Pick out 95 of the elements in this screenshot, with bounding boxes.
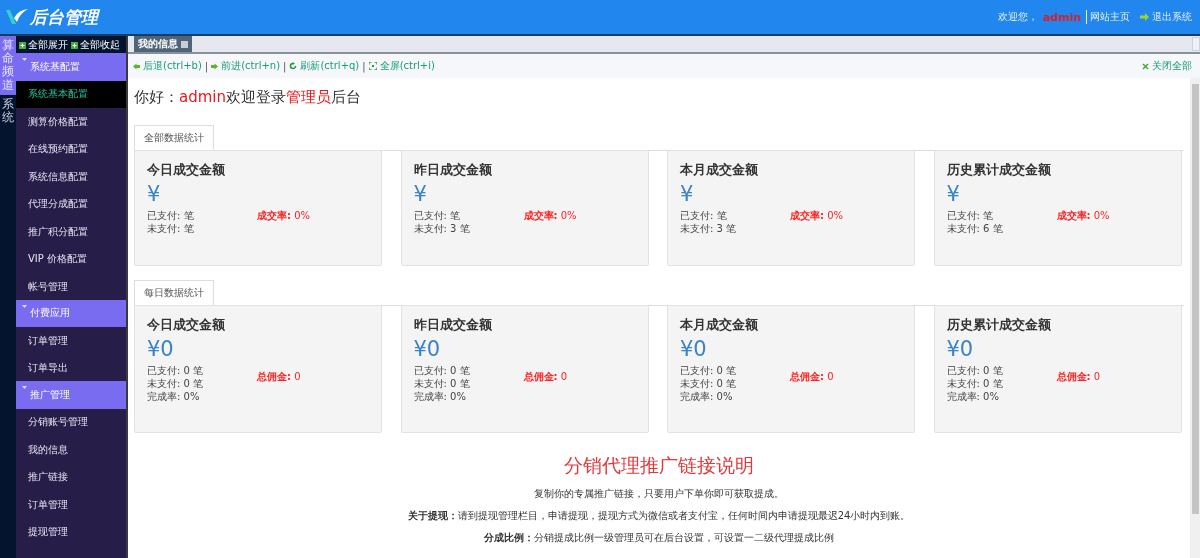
count-text: 完成率: 0% bbox=[680, 390, 734, 403]
count-text: 已支付: 0 笔 bbox=[680, 364, 738, 377]
stat-text: 总佣金: 0 bbox=[257, 370, 301, 384]
card-title: 历史累计成交金额 bbox=[946, 161, 1052, 179]
sidebar-item[interactable]: 测算价格配置 bbox=[16, 108, 126, 136]
promo-paragraph: 关于提现：请到提现管理栏目，申请提现，提现方式为微信或者支付宝，任何时间内申请提现最迟24小时内到账。 bbox=[406, 509, 912, 523]
stat-text: 总佣金: 0 bbox=[790, 370, 834, 384]
count-text: 已支付: 笔 bbox=[147, 209, 195, 222]
caret-icon bbox=[22, 58, 27, 62]
sidebar-item[interactable]: 在线预约配置 bbox=[16, 135, 126, 163]
count-text: 未支付: 0 笔 bbox=[946, 377, 1004, 390]
card-title: 历史累计成交金额 bbox=[946, 316, 1052, 334]
logo-icon bbox=[6, 8, 28, 26]
sidebar-group-header[interactable]: 推广管理 bbox=[16, 381, 126, 409]
count-text: 完成率: 0% bbox=[413, 390, 467, 403]
count-text: 完成率: 0% bbox=[946, 390, 1000, 403]
separator: | bbox=[283, 60, 287, 72]
close-icon bbox=[1142, 62, 1149, 70]
right-arrow-icon bbox=[1140, 13, 1149, 21]
welcome-text: 欢迎您， bbox=[997, 10, 1038, 24]
amount-value: ¥0 bbox=[680, 337, 708, 361]
card-title: 本月成交金额 bbox=[680, 161, 759, 179]
count-text: 未支付: 6 笔 bbox=[946, 222, 1004, 235]
channel-tab[interactable]: 系统 bbox=[0, 94, 16, 128]
sidebar-item[interactable]: 我的信息 bbox=[16, 436, 126, 464]
count-text: 已支付: 笔 bbox=[413, 209, 462, 222]
sidebar-item[interactable]: 分销账号管理 bbox=[16, 408, 126, 436]
count-text: 已支付: 0 笔 bbox=[946, 364, 1004, 377]
count-text: 未支付: 笔 bbox=[147, 222, 195, 235]
count-text: 未支付: 0 笔 bbox=[147, 377, 205, 390]
amount-value: ¥0 bbox=[147, 337, 175, 361]
count-text: 已支付: 0 笔 bbox=[147, 364, 205, 377]
card-title: 昨日成交金额 bbox=[413, 161, 493, 179]
sidebar-item[interactable]: 订单管理 bbox=[16, 327, 126, 355]
greeting-text: 你好：admin欢迎登录管理员后台 bbox=[134, 87, 362, 108]
right-arrow-icon bbox=[211, 62, 219, 70]
sidebar-group-header[interactable]: 系统基配置 bbox=[16, 53, 126, 81]
separator: | bbox=[204, 60, 209, 72]
card-title: 今日成交金额 bbox=[147, 161, 226, 179]
promo-title: 分销代理推广链接说明 bbox=[563, 453, 755, 478]
separator: | bbox=[362, 60, 366, 72]
stat-text: 总佣金: 0 bbox=[1056, 370, 1101, 384]
stat-text: 总佣金: 0 bbox=[523, 370, 568, 384]
sidebar-group-header[interactable]: 付费应用 bbox=[16, 299, 126, 327]
sidebar-item[interactable]: 系统信息配置 bbox=[16, 163, 126, 191]
count-text: 未支付: 0 笔 bbox=[413, 377, 471, 390]
page-tab[interactable]: 我的信息 bbox=[134, 36, 192, 52]
caret-icon bbox=[22, 386, 27, 390]
logo-text: 后台管理 bbox=[30, 5, 98, 29]
channel-tab[interactable]: 算命频道 bbox=[0, 36, 16, 95]
sidebar-item[interactable]: 提现管理 bbox=[16, 518, 126, 546]
stat-text: 成交率: 0% bbox=[790, 209, 844, 223]
sidebar-item[interactable]: 推广链接 bbox=[16, 463, 126, 491]
promo-paragraph: 复制你的专属推广链接，只要用户下单你即可获取提成。 bbox=[533, 487, 785, 501]
amount-value: ¥0 bbox=[413, 337, 442, 361]
sidebar-item[interactable]: 订单导出 bbox=[16, 354, 126, 382]
promo-paragraph: 分成比例：分销提成比例一级管理员可在后台设置，可设置一二级代理提成比例 bbox=[483, 531, 835, 545]
plus-icon bbox=[71, 41, 78, 49]
sidebar-item[interactable]: 帐号管理 bbox=[16, 273, 126, 301]
plus-icon bbox=[19, 41, 26, 49]
close-icon[interactable] bbox=[181, 40, 188, 48]
sidebar-item[interactable]: VIP 价格配置 bbox=[16, 245, 126, 273]
count-text: 已支付: 0 笔 bbox=[413, 364, 471, 377]
sidebar-item[interactable]: 推广积分配置 bbox=[16, 218, 126, 246]
amount-value: ¥0 bbox=[946, 337, 975, 361]
card-title: 昨日成交金额 bbox=[413, 316, 493, 334]
collapse-all-button[interactable]: 全部收起 bbox=[71, 38, 120, 52]
caret-icon bbox=[22, 304, 27, 309]
stat-text: 成交率: 0% bbox=[523, 209, 577, 223]
sidebar-item[interactable]: 订单管理 bbox=[16, 491, 126, 519]
refresh-icon bbox=[289, 62, 298, 70]
card-title: 今日成交金额 bbox=[147, 316, 226, 334]
count-text: 未支付: 3 笔 bbox=[413, 222, 471, 235]
stat-text: 成交率: 0% bbox=[1056, 209, 1110, 223]
expand-all-button[interactable]: 全部展开 bbox=[19, 38, 68, 52]
count-text: 已支付: 笔 bbox=[680, 209, 728, 222]
card-title: 本月成交金额 bbox=[680, 316, 759, 334]
section-tab[interactable]: 全部数据统计 bbox=[134, 125, 214, 150]
count-text: 已支付: 笔 bbox=[946, 209, 995, 222]
count-text: 完成率: 0% bbox=[147, 390, 201, 403]
username: admin bbox=[1042, 10, 1081, 24]
amount-value: ¥ bbox=[413, 182, 428, 206]
section-tab[interactable]: 每日数据统计 bbox=[134, 280, 214, 305]
sidebar-item[interactable]: 代理分成配置 bbox=[16, 190, 126, 218]
sidebar-item[interactable]: 系统基本配置 bbox=[16, 80, 126, 108]
amount-value: ¥ bbox=[147, 182, 162, 206]
amount-value: ¥ bbox=[680, 182, 695, 206]
stat-text: 成交率: 0% bbox=[257, 209, 311, 223]
count-text: 未支付: 0 笔 bbox=[680, 377, 738, 390]
scroll-right-button[interactable] bbox=[1192, 37, 1200, 51]
scrollbar[interactable] bbox=[1190, 78, 1200, 558]
amount-value: ¥ bbox=[946, 182, 961, 206]
fullscreen-icon bbox=[368, 62, 377, 70]
left-arrow-icon bbox=[133, 62, 140, 70]
count-text: 未支付: 3 笔 bbox=[680, 222, 738, 235]
